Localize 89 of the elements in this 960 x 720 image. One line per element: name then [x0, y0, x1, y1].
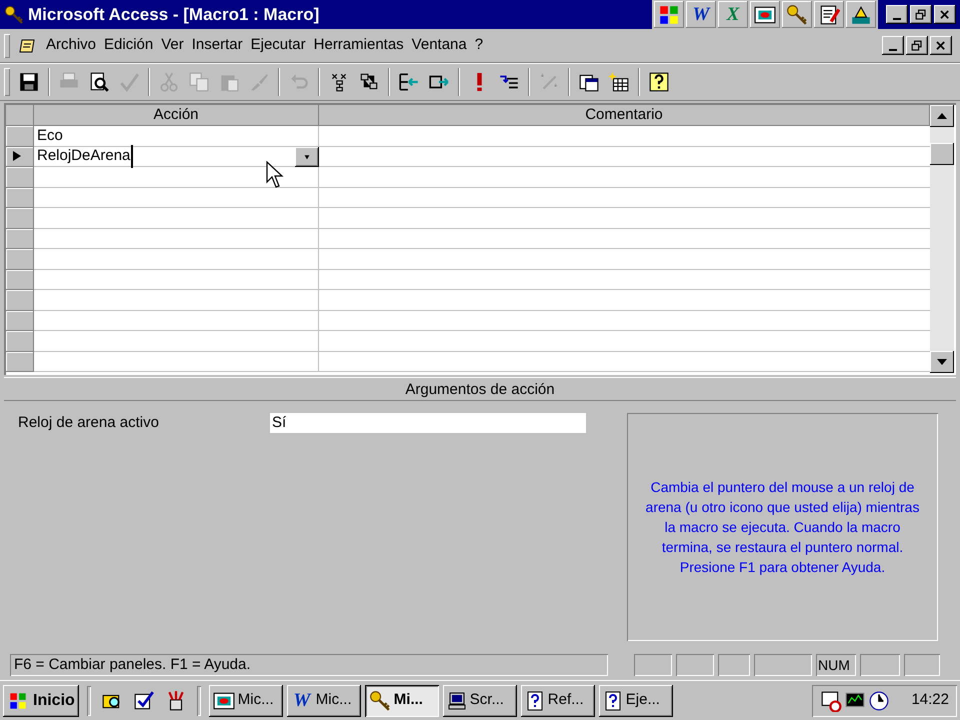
- action-cell[interactable]: [34, 270, 319, 290]
- help-text: Cambia el puntero del mouse a un reloj de arena (u otro icono que usted elija) mientras la macro se ejecuta. Cuando la macro termina, se restaura el puntero normal. Presione F1 para obtener Ayuda.: [627, 413, 938, 641]
- restore-button[interactable]: [906, 36, 928, 55]
- row-selector[interactable]: [6, 146, 34, 167]
- status-panel: [860, 654, 900, 676]
- office-shortcut-button[interactable]: [750, 1, 780, 28]
- key-icon: [368, 690, 391, 712]
- action-cell[interactable]: [34, 331, 319, 352]
- help-document-icon: [524, 690, 545, 710]
- action-cell[interactable]: Eco: [34, 126, 319, 146]
- status-message: F6 = Cambiar paneles. F1 = Ayuda.: [10, 654, 608, 676]
- restore-button[interactable]: [910, 5, 932, 24]
- office-shortcut-button[interactable]: W: [686, 1, 716, 28]
- minimize-button[interactable]: [882, 36, 904, 55]
- office-shortcut-button[interactable]: [654, 1, 684, 28]
- column-header[interactable]: Acción: [34, 105, 319, 126]
- arrow-down-icon: [937, 359, 947, 365]
- scissors-icon: [158, 71, 180, 93]
- window-title: Microsoft Access - [Macro1 : Macro]: [28, 4, 320, 26]
- taskbar-button[interactable]: Mi...: [364, 684, 439, 716]
- action-cell[interactable]: [34, 228, 319, 249]
- minimize-button[interactable]: [886, 5, 908, 24]
- status-panel: [718, 654, 750, 676]
- magnifier-page-icon: [88, 71, 110, 93]
- status-panel: [634, 654, 672, 676]
- current-row-icon: [12, 149, 22, 164]
- computer-icon: [446, 690, 467, 710]
- status-panel: [676, 654, 714, 676]
- menu-item[interactable]: Archivo: [42, 34, 100, 57]
- taskbar-button[interactable]: Eje...: [598, 684, 673, 716]
- notepad-icon: [818, 4, 840, 26]
- status-indicator: NUM: [816, 654, 856, 676]
- colored-squares-icon: [658, 4, 680, 26]
- close-button[interactable]: [930, 36, 952, 55]
- action-cell[interactable]: [34, 208, 319, 228]
- action-cell[interactable]: [34, 249, 319, 270]
- scroll-thumb[interactable]: [930, 143, 954, 165]
- key-icon: [4, 4, 24, 24]
- key-icon: [786, 4, 808, 26]
- action-cell[interactable]: [34, 188, 319, 208]
- action-cell[interactable]: [34, 352, 319, 372]
- start-button[interactable]: Inicio: [3, 684, 79, 716]
- setup-icon: [850, 4, 872, 26]
- save-icon: [18, 71, 40, 93]
- menu-item[interactable]: Insertar: [188, 34, 247, 57]
- checked-box-icon: [132, 690, 155, 712]
- menu-item[interactable]: Herramientas: [310, 34, 408, 57]
- check-mark-icon: [118, 71, 140, 93]
- menu-item[interactable]: Ventana: [408, 34, 471, 57]
- clock-icon: [868, 690, 890, 712]
- input-field[interactable]: Sí: [270, 413, 586, 433]
- dropdown-button[interactable]: [295, 146, 319, 166]
- caret-icon: [302, 154, 312, 160]
- field-label: Reloj de arena activo: [18, 412, 160, 433]
- select-all-corner[interactable]: [6, 105, 34, 126]
- close-button[interactable]: [934, 5, 956, 24]
- taskbar-button[interactable]: Ref...: [520, 684, 595, 716]
- insert-row-icon: [398, 71, 420, 93]
- copy-icon: [188, 71, 210, 93]
- menu-item[interactable]: ?: [470, 34, 488, 57]
- office-shortcut-button[interactable]: [782, 1, 812, 28]
- word-logo-icon: W: [290, 690, 313, 712]
- menu-item[interactable]: Edición: [100, 34, 158, 57]
- question-mark-icon: [648, 71, 670, 93]
- taskbar-button[interactable]: Mic...: [208, 684, 283, 716]
- status-panel: [754, 654, 812, 676]
- menu-item[interactable]: Ejecutar: [246, 34, 310, 57]
- action-cell[interactable]: [34, 310, 319, 331]
- scroll-up-button[interactable]: [930, 105, 954, 127]
- action-cell[interactable]: [34, 290, 319, 310]
- office-shortcut-button[interactable]: [814, 1, 844, 28]
- minimize-icon: [889, 48, 897, 50]
- menu-item[interactable]: Ver: [157, 34, 188, 57]
- mouse-pointer-icon: [266, 161, 284, 189]
- vertical-scrollbar[interactable]: [930, 105, 954, 373]
- section-title: Argumentos de acción: [4, 377, 956, 401]
- taskbar-button[interactable]: W Mic...: [286, 684, 361, 716]
- minimize-icon: [893, 18, 901, 20]
- clock-time: 14:22: [911, 690, 949, 710]
- status-panel: [904, 654, 940, 676]
- taskbar-button[interactable]: Scr...: [442, 684, 517, 716]
- column-header[interactable]: Comentario: [319, 105, 930, 126]
- office-shortcut-button[interactable]: [846, 1, 876, 28]
- arrow-up-icon: [937, 113, 947, 119]
- exclamation-icon: [476, 73, 482, 91]
- scheduler-icon: [820, 690, 842, 712]
- scroll-down-button[interactable]: [930, 351, 954, 373]
- new-table-icon: [608, 71, 630, 93]
- help-document-icon: [602, 690, 623, 710]
